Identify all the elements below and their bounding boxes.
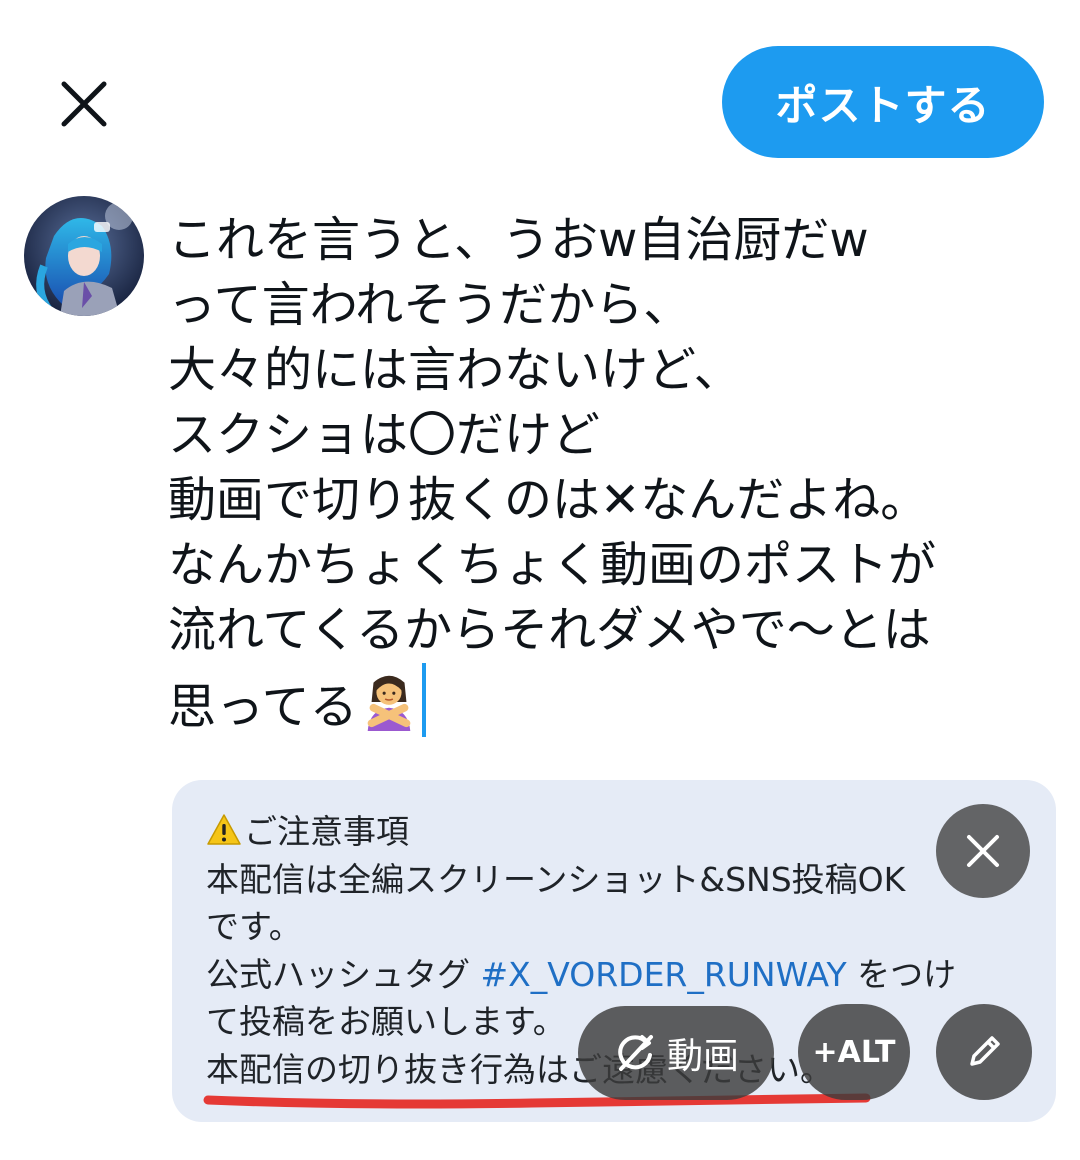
video-mode-button[interactable]: 動画 [578,1006,774,1100]
close-icon [61,81,107,127]
video-label: 動画 [666,1036,739,1077]
person-gesturing-no-icon [367,675,410,731]
remove-media-button[interactable] [936,804,1030,898]
compose-line: って言われそうだから、 [168,277,692,333]
compose-line: 動画で切り抜くのは✕なんだよね。 [168,472,929,528]
pencil-icon [970,1036,1000,1066]
hashtag-link: #X_VORDER_RUNWAY [480,954,847,994]
close-icon [967,835,999,867]
compose-line: なんかちょくちょく動画のポストが [168,537,937,593]
text-cursor [421,663,426,737]
compose-line: 大々的には言わないけど、 [168,342,742,398]
post-button[interactable]: ポストする [722,46,1044,158]
avatar[interactable] [24,196,144,316]
edit-media-button[interactable] [936,1004,1032,1100]
notice-line-prefix: 公式ハッシュタグ [206,954,481,994]
compose-line: 流れてくるからそれダメやで〜とは [168,602,931,658]
notice-hashtag-line: 公式ハッシュタグ #X_VORDER_RUNWAY をつけ [206,951,1056,999]
compose-line: スクショは〇だけど [168,407,601,463]
notice-line: 本配信は全編スクリーンショット&SNS投稿OK [206,859,906,899]
alt-text-button[interactable]: +ALT [798,1004,910,1100]
close-button[interactable] [50,70,118,138]
compose-line: これを言うと、うおw自治厨だw [168,212,869,268]
red-underline-annotation [203,1093,871,1109]
notice-title: ご注意事項 [244,812,409,851]
compose-last-line: 思ってる [168,663,1048,740]
compose-textarea[interactable]: これを言うと、うおw自治厨だw って言われそうだから、 大々的には言わないけど、… [168,208,1048,740]
notice-title-line: ご注意事項 [206,808,1056,856]
refresh-slash-icon [618,1035,653,1071]
avatar-image [24,196,144,316]
compose-line: 思ってる [168,679,358,735]
notice-line-suffix: をつけ [846,954,957,994]
notice-line: です。 [206,907,302,946]
warning-icon [207,814,241,845]
